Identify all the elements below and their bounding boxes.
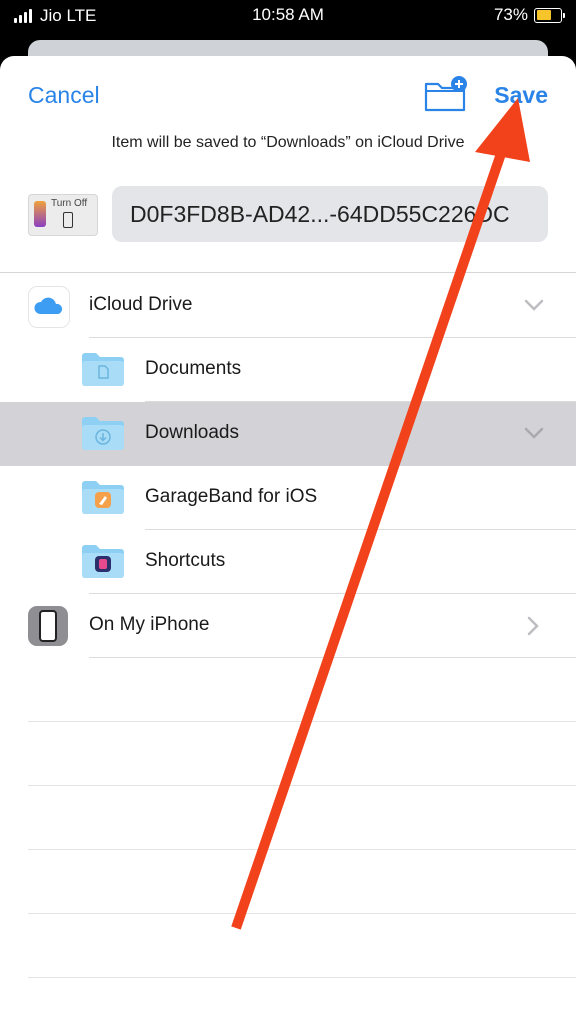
empty-row-line <box>28 977 576 978</box>
folder-icon <box>82 353 124 386</box>
save-destination-text: Item will be saved to “Downloads” on iCl… <box>111 134 465 151</box>
empty-row-line <box>28 849 576 850</box>
thumbnail-phone-icon <box>63 212 73 228</box>
empty-row-line <box>28 913 576 914</box>
empty-row-line <box>28 721 576 722</box>
row-separator <box>89 657 576 658</box>
thumbnail-phone-image <box>34 201 46 227</box>
iphone-icon <box>28 606 68 646</box>
nav-bar: Cancel Save <box>0 56 576 126</box>
location-row-downloads[interactable]: Downloads <box>0 402 576 466</box>
shortcuts-folder-icon <box>82 545 124 578</box>
chevron-right-icon[interactable] <box>526 616 540 636</box>
battery-percent: 73% <box>493 5 528 24</box>
location-row-shortcuts[interactable]: Shortcuts <box>0 530 576 594</box>
location-row-garageband[interactable]: GarageBand for iOS <box>0 466 576 530</box>
filename-field[interactable]: D0F3FD8B-AD42...-64DD55C226DC <box>112 186 548 242</box>
location-label: Shortcuts <box>145 550 226 571</box>
status-time: 10:58 AM <box>252 5 324 24</box>
chevron-down-icon[interactable] <box>524 426 544 440</box>
folder-plus-icon[interactable] <box>424 76 468 112</box>
cancel-button[interactable]: Cancel <box>28 82 100 109</box>
icloud-icon <box>28 286 70 328</box>
status-right: 73% <box>493 5 565 25</box>
location-label: Downloads <box>145 422 239 443</box>
downloads-folder-icon <box>82 417 124 450</box>
location-label: On My iPhone <box>89 614 210 635</box>
location-row-documents[interactable]: Documents <box>0 338 576 402</box>
file-thumbnail: Turn Off <box>28 194 98 236</box>
location-row-on-my-iphone[interactable]: On My iPhone <box>0 594 576 658</box>
thumbnail-text: Turn Off <box>51 198 88 209</box>
battery-icon <box>534 7 565 23</box>
garageband-folder-icon <box>82 481 124 514</box>
location-label: Documents <box>145 358 242 379</box>
empty-row-line <box>28 785 576 786</box>
save-sheet: Cancel Save Item will be saved to “Downl… <box>0 56 576 1024</box>
divider <box>0 272 576 273</box>
location-label: GarageBand for iOS <box>145 486 318 507</box>
battery-fill <box>536 10 552 20</box>
chevron-down-icon[interactable] <box>524 298 544 312</box>
save-button[interactable]: Save <box>494 82 548 109</box>
status-bar: Jio LTE 10:58 AM 73% <box>0 0 576 30</box>
location-row-icloud-drive[interactable]: iCloud Drive <box>0 274 576 338</box>
location-label: iCloud Drive <box>89 294 193 315</box>
